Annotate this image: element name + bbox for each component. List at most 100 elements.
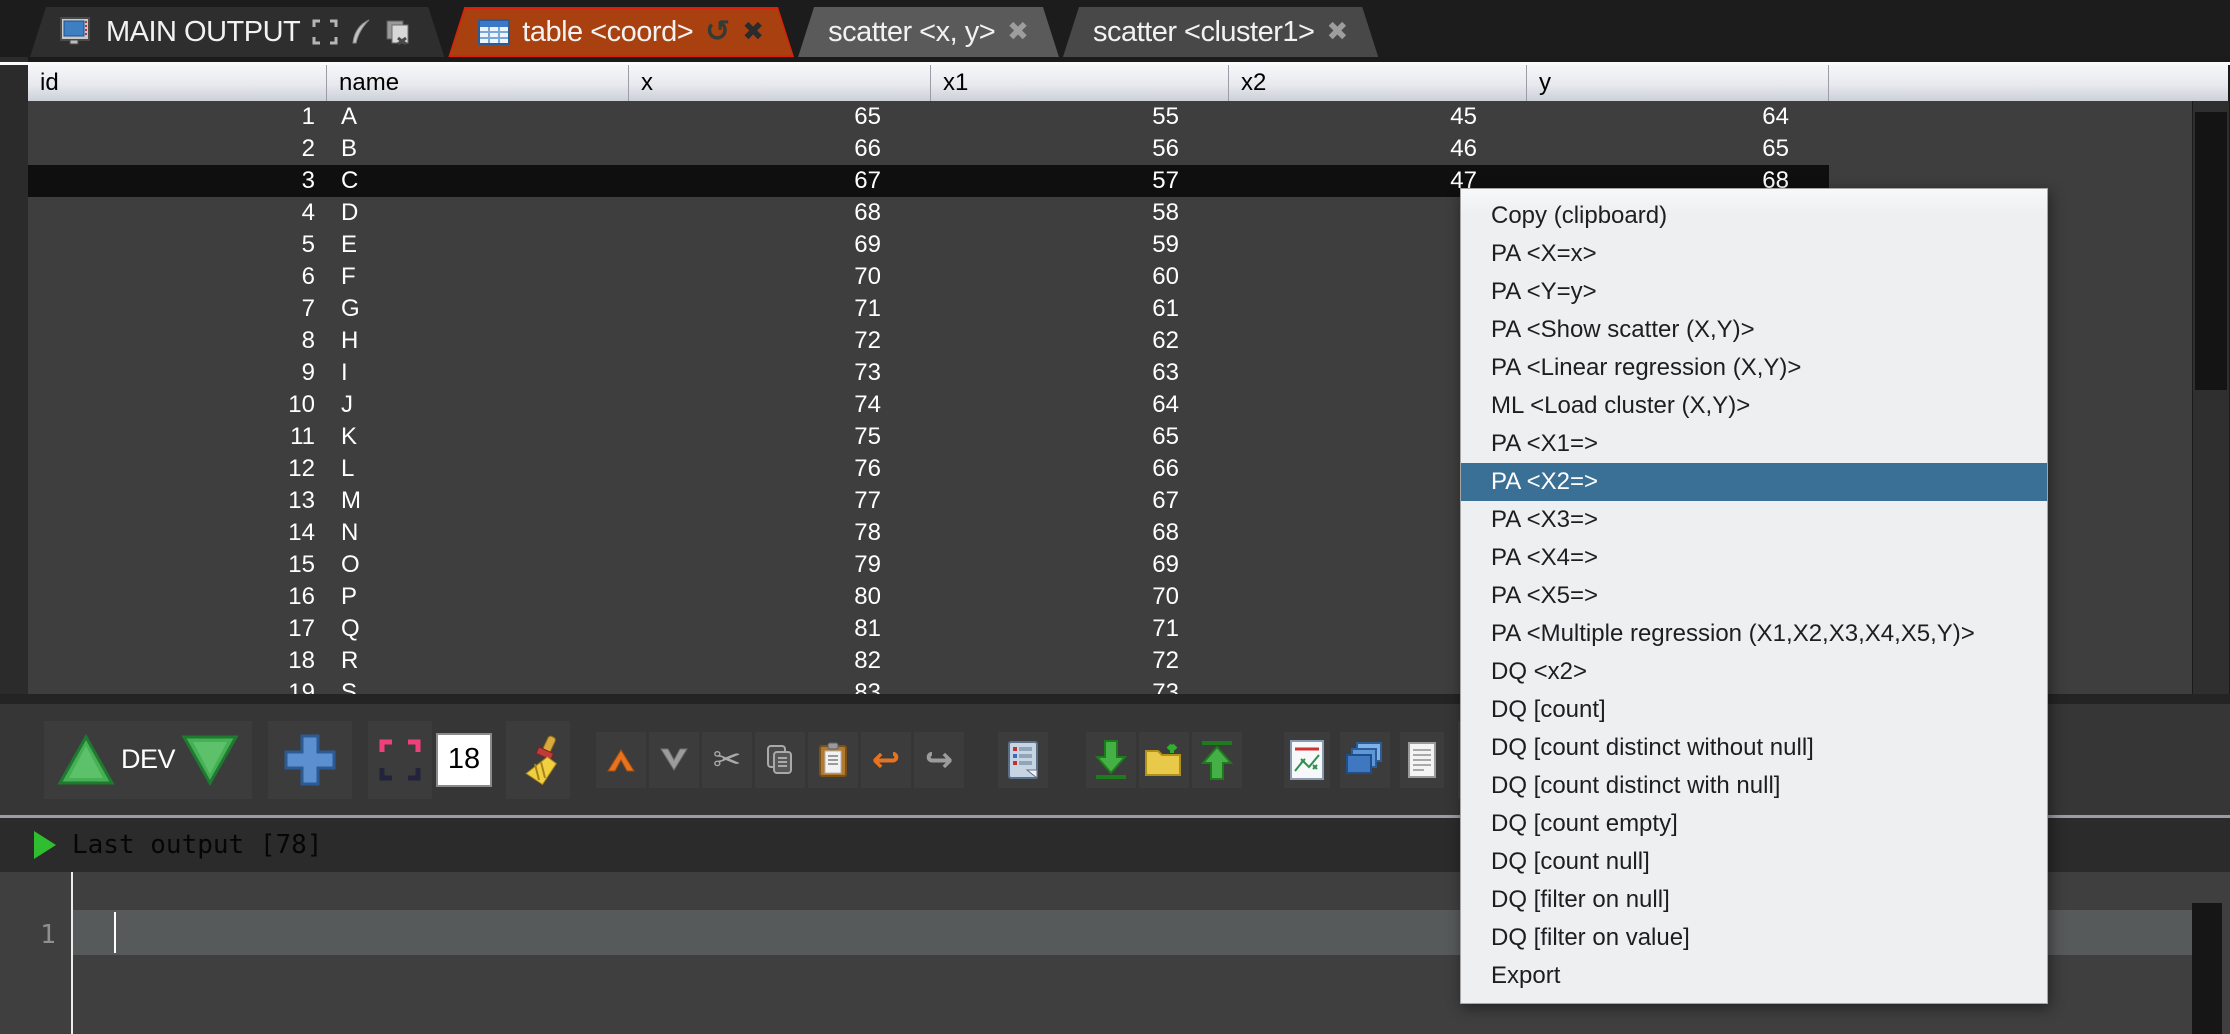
cell-name: R [327,645,629,677]
cell-x2: 46 [1229,133,1527,165]
column-header-filler[interactable] [1829,65,2228,101]
cell-name: E [327,229,629,261]
cell-id: 2 [28,133,327,165]
context-menu-item[interactable]: ML <Load cluster (X,Y)> [1461,387,2047,425]
paste-button[interactable] [808,732,858,788]
play-icon[interactable] [34,831,56,859]
text-caret [114,912,116,953]
context-menu-item[interactable]: DQ [count null] [1461,843,2047,881]
cell-x: 74 [629,389,931,421]
context-menu-item[interactable]: DQ [count empty] [1461,805,2047,843]
column-header-x2[interactable]: x2 [1229,65,1527,101]
download-icon [1093,739,1129,781]
chart-icon [1289,739,1325,781]
context-menu-item[interactable]: DQ [count distinct without null] [1461,729,2047,767]
context-menu-item[interactable]: PA <X4=> [1461,539,2047,577]
open-folder-icon [1144,741,1184,779]
font-size-box[interactable]: 18 [436,733,492,787]
context-menu-item[interactable]: PA <X=x> [1461,235,2047,273]
broom-button[interactable] [506,721,570,799]
table-scrollbar[interactable] [2192,101,2229,694]
chart-button[interactable] [1284,732,1330,788]
tab-scatter-cluster1-label: scatter <cluster1> [1093,16,1315,49]
document-button[interactable] [1400,732,1444,788]
cell-y: 65 [1527,133,1829,165]
copy-button[interactable] [755,732,805,788]
context-menu-item[interactable]: PA <Linear regression (X,Y)> [1461,349,2047,387]
cell-x: 71 [629,293,931,325]
undo-button[interactable]: ↩ [861,732,911,788]
run-down-button[interactable] [181,734,239,786]
context-menu-item[interactable]: PA <Show scatter (X,Y)> [1461,311,2047,349]
cell-name: H [327,325,629,357]
column-header-x1[interactable]: x1 [931,65,1229,101]
tab-table-coord-label: table <coord> [522,16,693,49]
add-button[interactable] [268,721,352,799]
cell-id: 8 [28,325,327,357]
context-menu-item[interactable]: PA <X5=> [1461,577,2047,615]
column-header-name[interactable]: name [327,65,629,101]
move-up-button[interactable] [596,732,646,788]
cell-name: D [327,197,629,229]
context-menu-item[interactable]: PA <X1=> [1461,425,2047,463]
windows-icon [1345,741,1385,779]
context-menu-item[interactable]: Export [1461,957,2047,995]
tab-scatter-xy[interactable]: scatter <x, y> ✖ [798,7,1059,57]
cell-x1: 73 [931,677,1229,694]
context-menu-item[interactable]: Copy (clipboard) [1461,197,2047,235]
fullscreen-icon[interactable] [312,19,338,45]
table-icon [478,19,510,45]
download-button[interactable] [1086,732,1136,788]
cell-x: 83 [629,677,931,694]
redo-button[interactable]: ↪ [914,732,964,788]
cell-x: 72 [629,325,931,357]
table-scrollbar-thumb[interactable] [2195,112,2227,390]
cell-id: 1 [28,101,327,133]
selection-button[interactable] [368,721,432,799]
report-icon [1007,740,1039,780]
context-menu-item[interactable]: PA <Multiple regression (X1,X2,X3,X4,X5,… [1461,615,2047,653]
close-icon[interactable]: ✖ [1007,17,1029,47]
cell-x1: 70 [931,581,1229,613]
refresh-icon[interactable]: ↺ [705,17,730,47]
column-header-y[interactable]: y [1527,65,1829,101]
run-up-button[interactable] [57,734,115,786]
context-menu-item[interactable]: DQ [count distinct with null] [1461,767,2047,805]
column-header-x[interactable]: x [629,65,931,101]
close-icon[interactable]: ✖ [1326,17,1348,47]
editor-scrollbar-thumb[interactable] [2192,903,2222,1034]
column-header-id[interactable]: id [28,65,327,101]
report-button[interactable] [998,732,1048,788]
context-menu-item[interactable]: DQ [filter on value] [1461,919,2047,957]
dev-run-group: DEV [44,721,252,799]
cut-icon: ✂ [713,743,742,777]
context-menu-item[interactable]: DQ [count] [1461,691,2047,729]
upload-button[interactable] [1192,732,1242,788]
context-menu-item[interactable]: PA <X2=> [1461,463,2047,501]
cell-x1: 64 [931,389,1229,421]
tab-main-output[interactable]: MAIN OUTPUT [30,7,444,57]
open-folder-button[interactable] [1139,732,1189,788]
table-row[interactable]: 1A65554564 [28,101,2192,133]
cell-id: 6 [28,261,327,293]
move-down-button[interactable] [649,732,699,788]
context-menu-item[interactable]: PA <X3=> [1461,501,2047,539]
context-menu-item[interactable]: DQ [filter on null] [1461,881,2047,919]
tab-table-coord[interactable]: table <coord> ↺ ✖ [448,7,794,57]
table-row[interactable]: 2B66564665 [28,133,2192,165]
cell-x: 81 [629,613,931,645]
cell-id: 5 [28,229,327,261]
context-menu-item[interactable]: DQ <x2> [1461,653,2047,691]
cell-x1: 55 [931,101,1229,133]
tab-scatter-cluster1[interactable]: scatter <cluster1> ✖ [1063,7,1378,57]
windows-button[interactable] [1340,732,1390,788]
cell-x1: 59 [931,229,1229,261]
cell-id: 16 [28,581,327,613]
clear-output-icon[interactable] [384,18,414,46]
close-icon[interactable]: ✖ [742,17,764,47]
cell-name: K [327,421,629,453]
feather-icon[interactable] [350,18,372,46]
cut-button[interactable]: ✂ [702,732,752,788]
add-icon [280,730,340,790]
context-menu-item[interactable]: PA <Y=y> [1461,273,2047,311]
